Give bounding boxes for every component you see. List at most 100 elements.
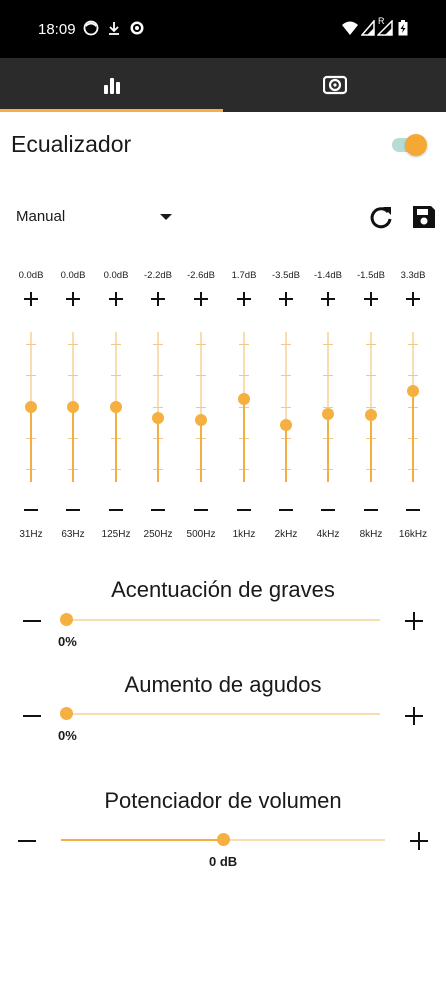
treble-plus-button[interactable] xyxy=(405,707,423,725)
band-tick xyxy=(408,375,418,376)
band-plus-button[interactable] xyxy=(109,292,123,306)
band-frequency-label: 16kHz xyxy=(398,529,428,540)
tab-volume[interactable] xyxy=(223,58,446,112)
volume-plus-button[interactable] xyxy=(410,832,428,850)
band-slider-fill xyxy=(200,420,202,482)
band-plus-button[interactable] xyxy=(151,292,165,306)
page-title: Ecualizador xyxy=(11,131,132,157)
wifi-icon xyxy=(342,21,358,35)
band-plus-button[interactable] xyxy=(364,292,378,306)
band-minus-button[interactable] xyxy=(321,509,335,511)
band-minus-button[interactable] xyxy=(406,509,420,511)
band-tick xyxy=(26,344,36,345)
band-tick xyxy=(196,407,206,408)
save-icon[interactable] xyxy=(410,203,438,231)
band-tick xyxy=(111,375,121,376)
eq-band: 0.0dB 63Hz xyxy=(53,262,93,552)
band-slider-thumb[interactable] xyxy=(25,401,37,413)
band-slider-fill xyxy=(115,407,117,482)
band-db-label: -2.2dB xyxy=(144,270,172,281)
battery-charging-icon xyxy=(398,20,408,36)
band-db-label: -2.6dB xyxy=(187,270,215,281)
face-notification-icon xyxy=(83,20,99,36)
status-bar: 18:09 R xyxy=(0,0,446,58)
volume-value: 0 dB xyxy=(209,854,238,869)
band-minus-button[interactable] xyxy=(151,509,165,511)
eq-band: -2.6dB 500Hz xyxy=(181,262,221,552)
band-plus-button[interactable] xyxy=(194,292,208,306)
band-db-label: 0.0dB xyxy=(103,270,129,281)
band-slider-thumb[interactable] xyxy=(322,408,334,420)
band-slider-thumb[interactable] xyxy=(407,384,419,397)
volume-slider-thumb[interactable] xyxy=(216,833,230,846)
band-tick xyxy=(366,375,376,376)
band-plus-button[interactable] xyxy=(406,292,420,306)
band-tick xyxy=(68,375,78,376)
band-plus-button[interactable] xyxy=(237,292,251,306)
reset-icon[interactable] xyxy=(367,203,395,231)
band-slider-fill xyxy=(370,414,372,482)
band-minus-button[interactable] xyxy=(194,509,208,511)
band-db-label: -3.5dB xyxy=(272,270,300,281)
equalizer-toggle[interactable] xyxy=(390,134,428,156)
download-icon xyxy=(109,22,119,35)
volume-minus-button[interactable] xyxy=(18,840,36,842)
band-slider-thumb[interactable] xyxy=(67,401,79,413)
band-slider-thumb[interactable] xyxy=(280,418,292,431)
bass-slider-thumb[interactable] xyxy=(59,613,73,626)
band-plus-button[interactable] xyxy=(66,292,80,306)
eq-band: 0.0dB 31Hz xyxy=(11,262,51,552)
roaming-letter: R xyxy=(378,16,385,26)
band-slider-thumb[interactable] xyxy=(238,392,250,405)
band-tick xyxy=(323,344,333,345)
preset-dropdown[interactable]: Manual xyxy=(16,208,176,230)
band-minus-button[interactable] xyxy=(237,509,251,511)
band-slider-fill xyxy=(285,424,287,482)
speaker-icon xyxy=(322,75,347,95)
tab-equalizer[interactable] xyxy=(0,58,223,112)
band-tick xyxy=(366,344,376,345)
treble-slider[interactable] xyxy=(66,713,380,715)
band-tick xyxy=(239,344,249,345)
band-minus-button[interactable] xyxy=(66,509,80,511)
band-slider-thumb[interactable] xyxy=(195,414,207,426)
band-db-label: 0.0dB xyxy=(60,270,86,281)
band-slider-fill xyxy=(327,414,329,482)
chevron-down-icon xyxy=(160,214,172,220)
band-tick xyxy=(68,344,78,345)
band-tick xyxy=(111,344,121,345)
bass-minus-button[interactable] xyxy=(23,620,41,622)
eq-band: -3.5dB 2kHz xyxy=(266,262,306,552)
volume-boost-title: Potenciador de volumen xyxy=(104,788,342,813)
equalizer-bands: 0.0dB 31Hz 0.0dB 63Hz 0.0dB 125Hz -2.2dB 250Hz -… xyxy=(0,262,446,552)
band-tick xyxy=(408,344,418,345)
bass-plus-button[interactable] xyxy=(405,612,423,630)
band-slider-thumb[interactable] xyxy=(110,401,122,413)
status-time: 18:09 xyxy=(38,21,76,38)
eq-band: 3.3dB 16kHz xyxy=(393,262,433,552)
band-plus-button[interactable] xyxy=(321,292,335,306)
band-tick xyxy=(153,375,163,376)
band-minus-button[interactable] xyxy=(109,509,123,511)
treble-slider-thumb[interactable] xyxy=(59,707,73,720)
bass-value: 0% xyxy=(58,634,77,649)
band-slider-fill xyxy=(412,390,414,482)
eq-band: -1.4dB 4kHz xyxy=(308,262,348,552)
band-minus-button[interactable] xyxy=(279,509,293,511)
band-slider-fill xyxy=(157,418,159,482)
band-minus-button[interactable] xyxy=(364,509,378,511)
band-slider-thumb[interactable] xyxy=(152,412,164,424)
band-plus-button[interactable] xyxy=(279,292,293,306)
equalizer-bars-icon xyxy=(103,78,120,94)
band-slider-thumb[interactable] xyxy=(365,408,377,421)
band-minus-button[interactable] xyxy=(24,509,38,511)
tab-indicator xyxy=(0,109,223,112)
bass-slider[interactable] xyxy=(66,619,380,621)
band-tick xyxy=(26,375,36,376)
band-plus-button[interactable] xyxy=(24,292,38,306)
band-tick xyxy=(281,407,291,408)
band-tick xyxy=(366,407,376,408)
signal-icon xyxy=(361,20,375,36)
band-tick xyxy=(153,407,163,408)
treble-minus-button[interactable] xyxy=(23,715,41,717)
